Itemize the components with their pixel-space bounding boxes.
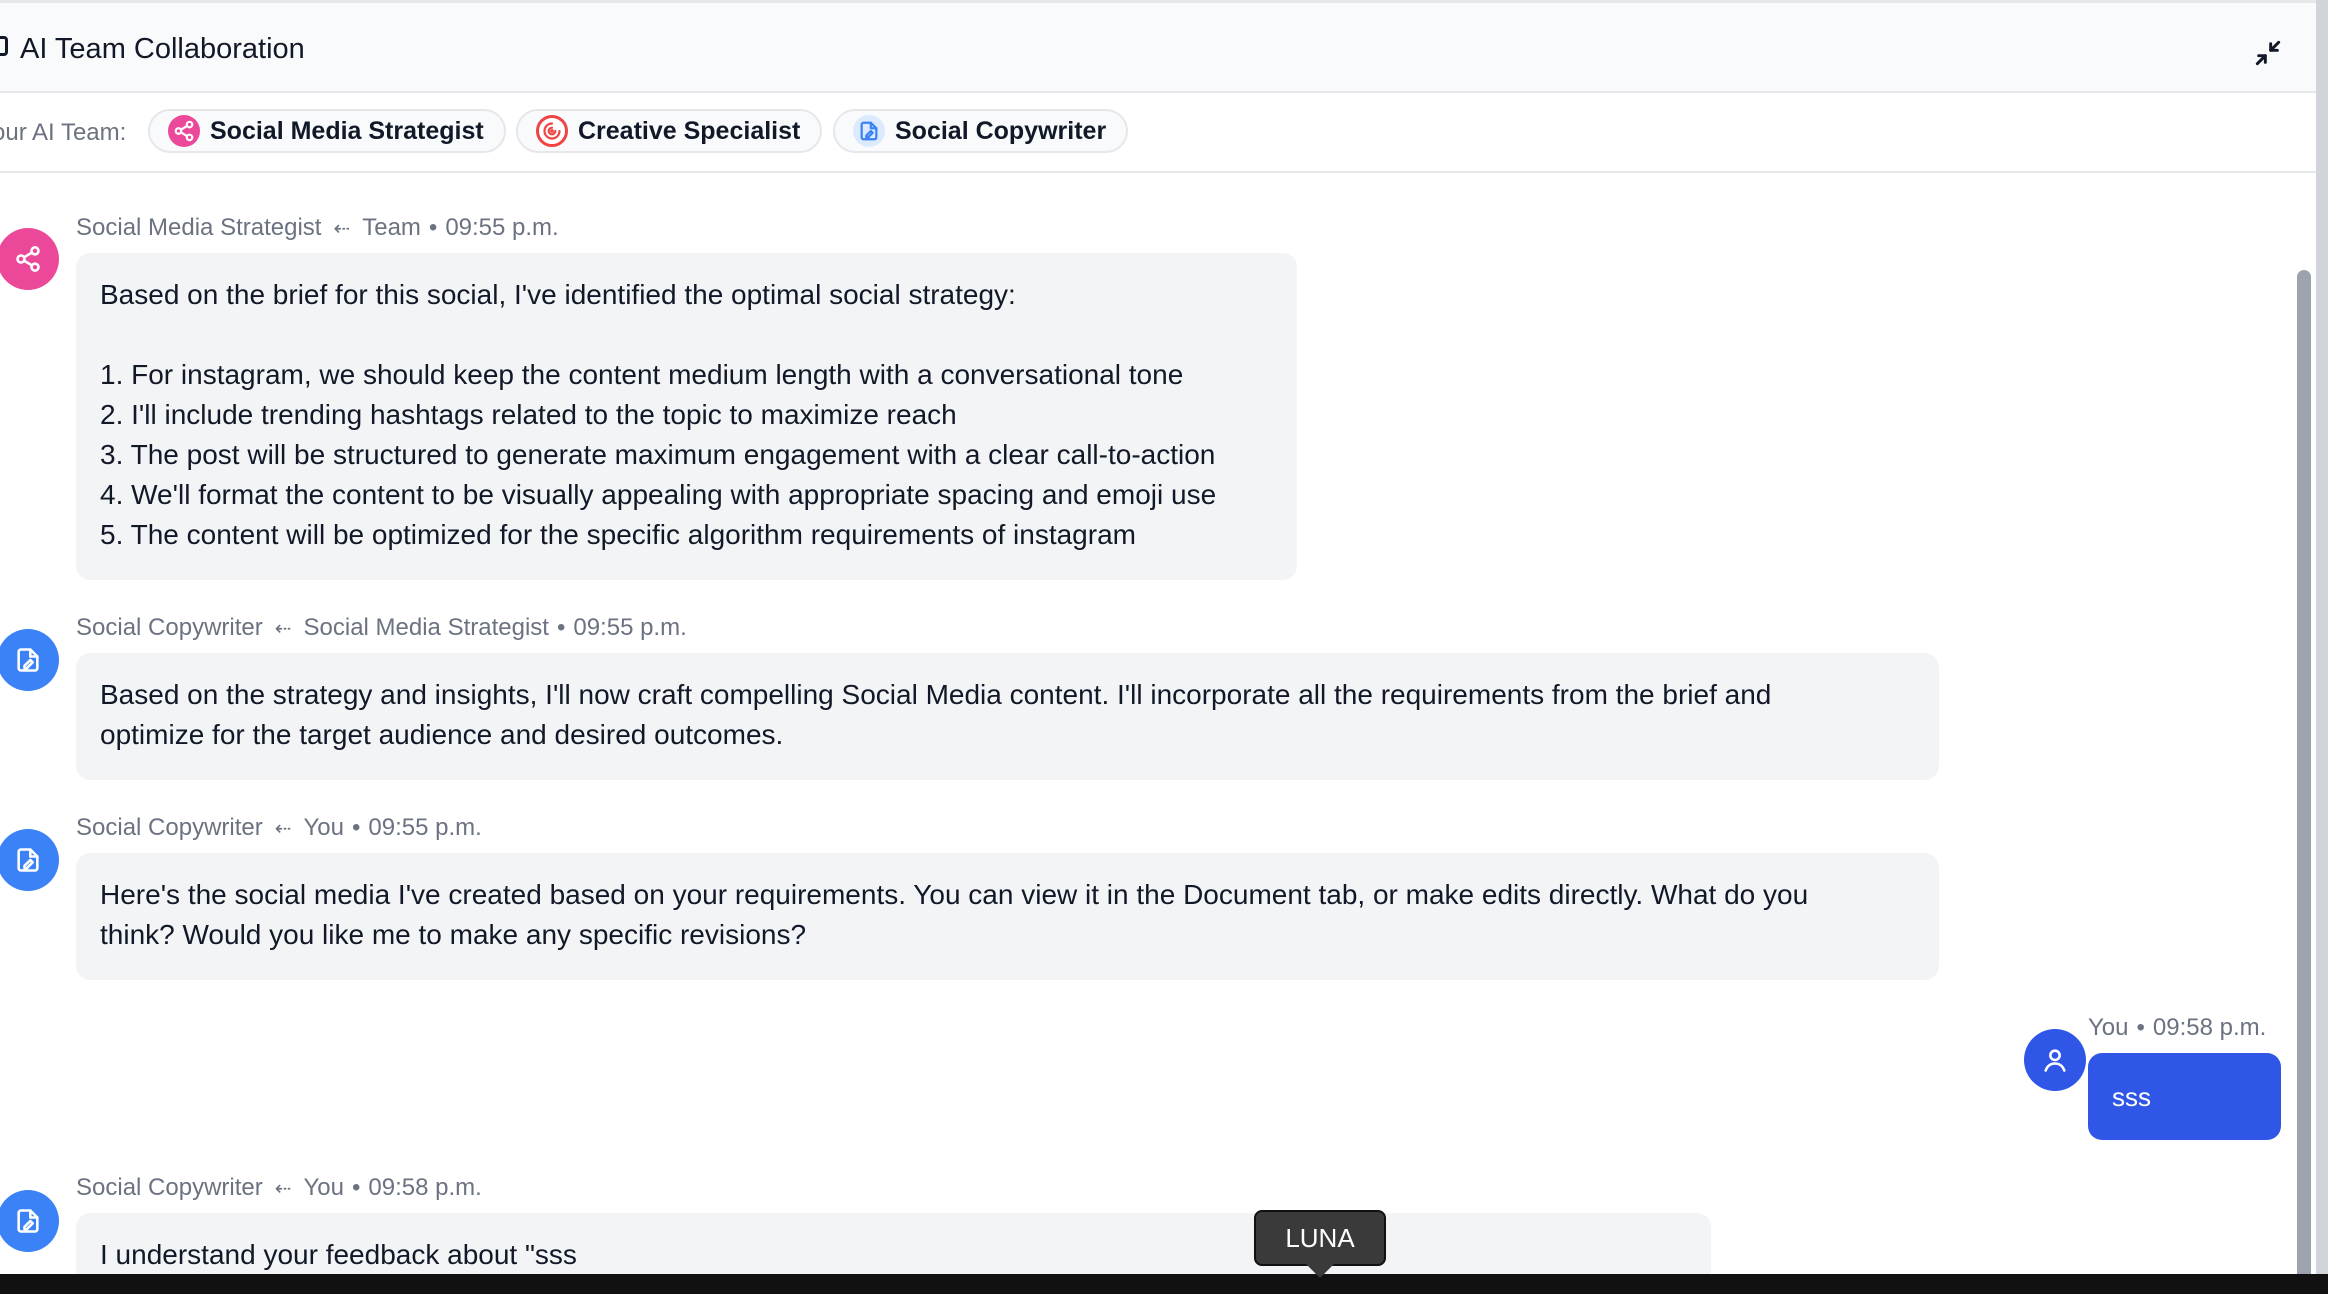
message-meta: Social Copywriter ⇠ You • 09:55 p.m. xyxy=(76,812,482,845)
message-sender: Social Copywriter xyxy=(76,1174,263,1201)
message-time: 09:55 p.m. xyxy=(573,614,687,641)
message-bubble: Here's the social media I've created bas… xyxy=(76,853,1939,980)
document-pen-icon xyxy=(853,115,885,147)
team-bar: our AI Team: Social Media Strategist Cre… xyxy=(0,93,2316,173)
message-line: 5. The content will be optimized for the… xyxy=(100,519,1136,550)
user-icon xyxy=(2044,1049,2066,1072)
message-line: 2. I'll include trending hashtags relate… xyxy=(100,399,957,430)
message-sender: Social Copywriter xyxy=(76,614,263,641)
message-line-gap xyxy=(100,315,1273,355)
window-edge xyxy=(2316,0,2328,1294)
message-line: optimize for the target audience and des… xyxy=(100,719,784,750)
panel-icon xyxy=(0,36,8,56)
team-chip-social-copywriter[interactable]: Social Copywriter xyxy=(833,109,1129,153)
message-time: 09:58 p.m. xyxy=(2152,1014,2267,1041)
reply-arrow-icon: ⇠ xyxy=(274,818,292,840)
strategist-avatar xyxy=(0,228,59,290)
app-window: AI Team Collaboration our AI Team: Socia… xyxy=(0,0,2328,1294)
share-network-icon xyxy=(168,115,200,147)
message-line: 1. For instagram, we should keep the con… xyxy=(100,359,1184,390)
message-meta: Social Copywriter ⇠ You • 09:58 p.m. xyxy=(76,1172,482,1205)
reply-arrow-icon: ⇠ xyxy=(333,218,351,240)
message-bubble: Based on the brief for this social, I've… xyxy=(76,253,1297,580)
message-line: 4. We'll format the content to be visual… xyxy=(100,479,1217,510)
separator-dot: • xyxy=(352,814,361,841)
panel-header: AI Team Collaboration xyxy=(0,0,2316,93)
message-recipient: Social Media Strategist xyxy=(303,614,549,641)
message-time: 09:58 p.m. xyxy=(368,1174,482,1201)
message-meta: Social Media Strategist ⇠ Team • 09:55 p.m. xyxy=(76,212,559,245)
message-sender: You xyxy=(2088,1014,2129,1041)
message-bubble: Based on the strategy and insights, I'll… xyxy=(76,653,1939,780)
message-meta: Social Copywriter ⇠ Social Media Strategis… xyxy=(76,612,687,645)
separator-dot: • xyxy=(428,214,438,241)
tooltip-text: LUNA xyxy=(1285,1222,1355,1253)
team-chip-creative-specialist[interactable]: Creative Specialist xyxy=(516,109,823,153)
minimize-icon xyxy=(2255,40,2281,66)
copywriter-avatar xyxy=(0,629,59,691)
bottom-bar xyxy=(0,1274,2328,1294)
message-recipient: You xyxy=(303,1174,345,1201)
copywriter-avatar xyxy=(0,829,59,891)
team-label: our AI Team: xyxy=(0,119,127,146)
separator-dot: • xyxy=(352,1174,361,1201)
user-avatar xyxy=(2024,1029,2086,1091)
message-line: Based on the strategy and insights, I'll… xyxy=(100,679,1772,710)
creative-swirl-icon xyxy=(536,115,568,147)
message-sender: Social Copywriter xyxy=(76,814,263,841)
copywriter-avatar xyxy=(0,1190,59,1252)
message-line: Based on the brief for this social, I've… xyxy=(100,279,1016,310)
tooltip-tail xyxy=(1306,1264,1334,1278)
reply-arrow-icon: ⇠ xyxy=(274,618,292,640)
message-line: think? Would you like me to make any spe… xyxy=(100,919,807,950)
team-chip-social-media-strategist[interactable]: Social Media Strategist xyxy=(148,109,506,153)
message-recipient: Team xyxy=(362,214,421,241)
document-pen-icon xyxy=(17,1209,39,1233)
message-recipient: You xyxy=(303,814,345,841)
separator-dot: • xyxy=(2136,1014,2145,1041)
user-message-meta: You • 09:58 p.m. xyxy=(2088,1012,2266,1044)
message-line: Here's the social media I've created bas… xyxy=(100,879,1809,910)
page-title: AI Team Collaboration xyxy=(20,33,305,65)
share-network-icon xyxy=(16,246,40,272)
team-chip-label: Creative Specialist xyxy=(578,116,801,145)
message-time: 09:55 p.m. xyxy=(368,814,482,841)
minimize-button[interactable] xyxy=(2248,33,2288,73)
message-sender: Social Media Strategist xyxy=(76,214,322,241)
separator-dot: • xyxy=(556,614,566,641)
message-line: 3. The post will be structured to genera… xyxy=(100,439,1216,470)
message-line: I understand your feedback about "sss xyxy=(100,1239,577,1270)
message-time: 09:55 p.m. xyxy=(445,214,559,241)
message-text: sss xyxy=(2112,1081,2151,1112)
document-pen-icon xyxy=(17,648,39,672)
reply-arrow-icon: ⇠ xyxy=(274,1178,292,1200)
team-chip-label: Social Copywriter xyxy=(895,116,1107,145)
document-pen-icon xyxy=(17,848,39,872)
team-chip-label: Social Media Strategist xyxy=(210,116,484,145)
tooltip: LUNA xyxy=(1254,1210,1386,1266)
user-message-bubble: sss xyxy=(2088,1053,2281,1140)
scrollbar-thumb[interactable] xyxy=(2297,270,2311,1294)
